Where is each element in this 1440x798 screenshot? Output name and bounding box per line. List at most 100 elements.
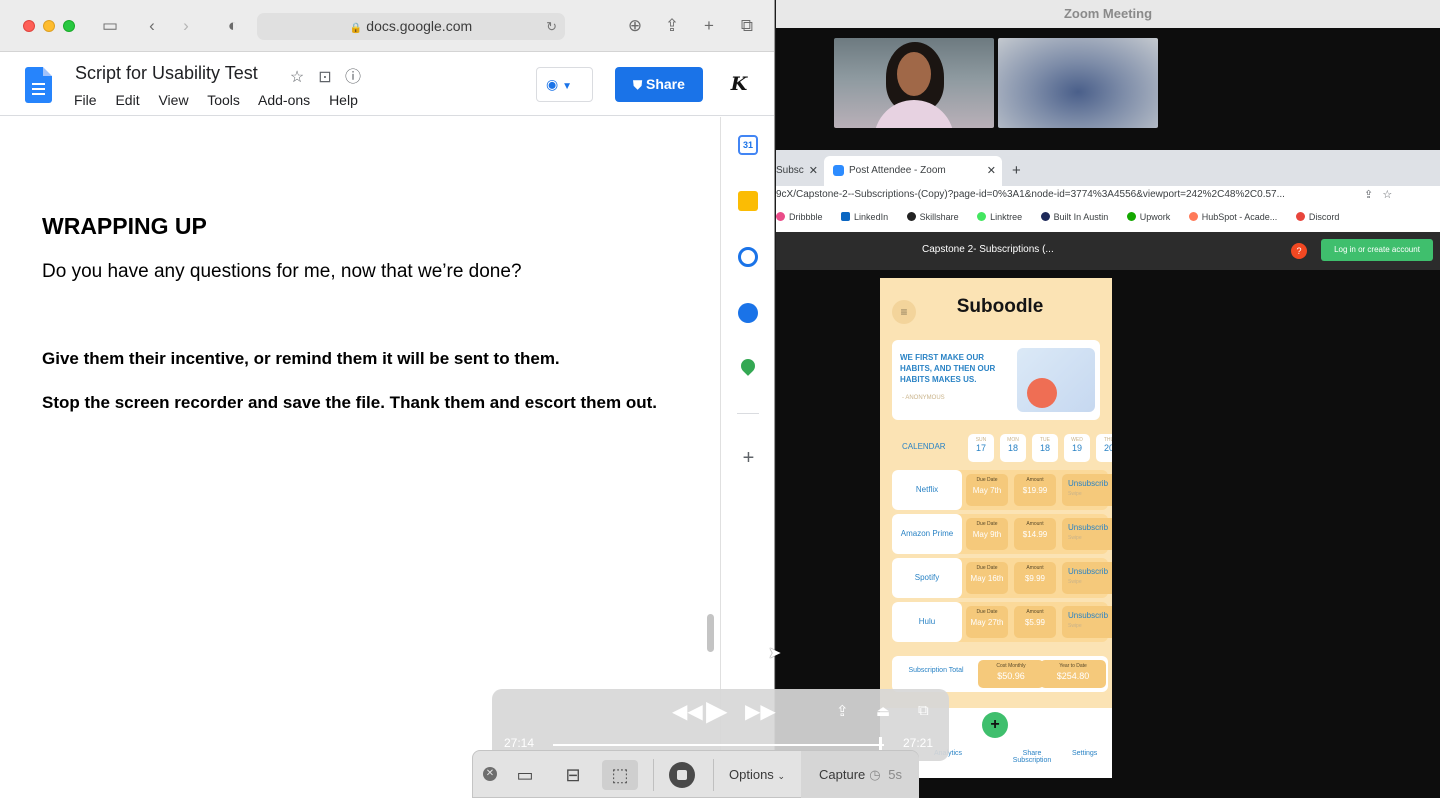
nav-share-subscription[interactable]: Share Subscription — [1012, 750, 1052, 764]
play-icon[interactable]: ▶ — [706, 694, 728, 727]
calendar-icon[interactable]: 31 — [738, 135, 758, 155]
privacy-shield-icon[interactable]: ◐ — [220, 13, 246, 39]
capture-selection-icon[interactable]: ⬚ — [602, 760, 638, 790]
bookmark-linkedin[interactable]: LinkedIn — [841, 212, 888, 222]
unsubscribe-swipe[interactable]: Unsubscrib Swipe — [1062, 474, 1112, 506]
tasks-icon[interactable] — [738, 247, 758, 267]
calendar-day[interactable]: MON 18 — [1000, 434, 1026, 462]
google-docs-logo-icon[interactable] — [25, 67, 52, 103]
calendar-day[interactable]: SUN 17 — [968, 434, 994, 462]
subscription-row[interactable]: Netflix Due Date May 7th Amount $19.99 Uns… — [892, 470, 1112, 510]
back-icon[interactable]: ‹ — [139, 13, 165, 39]
menu-help[interactable]: Help — [329, 92, 358, 108]
sidebar-icon[interactable]: ▭ — [97, 13, 123, 39]
menu-bar: File Edit View Tools Add-ons Help — [74, 92, 373, 108]
participant-video-1[interactable] — [834, 38, 994, 128]
menu-file[interactable]: File — [74, 92, 97, 108]
add-addon-icon[interactable]: + — [721, 447, 774, 470]
safari-window: ▭ ‹ › ◐ 🔒 docs.google.com ↻ ⊕ ⇪ + ⧉ Scrip… — [0, 0, 775, 798]
document-scrollbar[interactable] — [707, 614, 714, 652]
capture-window-icon[interactable]: ⊟ — [555, 760, 591, 790]
calendar-day[interactable]: THU20 — [1096, 434, 1112, 462]
share-button[interactable]: ⛊ Share — [615, 67, 703, 102]
zoom-window-button[interactable] — [63, 20, 75, 32]
document-title[interactable]: Script for Usability Test — [75, 63, 258, 84]
reload-icon[interactable]: ↻ — [546, 13, 557, 40]
scrubber-track[interactable] — [553, 744, 884, 746]
calendar-day[interactable]: WED 19 — [1064, 434, 1090, 462]
bookmark-hubspot[interactable]: HubSpot - Acade... — [1188, 212, 1277, 222]
menu-add-ons[interactable]: Add-ons — [258, 92, 310, 108]
capture-button[interactable]: Capture ◷ 5s — [801, 751, 919, 798]
close-icon[interactable]: ✕ — [809, 156, 818, 186]
quote-text: WE FIRST MAKE OUR HABITS, AND THEN OUR H… — [900, 353, 996, 384]
menu-edit[interactable]: Edit — [115, 92, 139, 108]
bookmark-discord[interactable]: Discord — [1295, 212, 1339, 222]
tab-subscriptions[interactable]: Subsc ✕ — [776, 156, 824, 186]
stop-recording-icon[interactable] — [669, 762, 695, 788]
lock-icon: 🔒 — [349, 23, 363, 34]
move-folder-icon[interactable]: ⊡ — [313, 67, 337, 87]
options-label: Options — [729, 767, 774, 782]
chevron-down-icon: ▼ — [562, 81, 573, 92]
calendar-day[interactable]: TUE 18 — [1032, 434, 1058, 462]
new-tab-icon[interactable]: + — [696, 13, 722, 39]
rewind-icon[interactable]: ◀◀ — [672, 699, 703, 724]
close-icon[interactable]: ✕ — [987, 156, 996, 186]
address-bar[interactable]: 🔒 docs.google.com ↻ — [257, 13, 565, 40]
scrubber-handle[interactable] — [878, 737, 882, 751]
share-icon[interactable]: ⇪ — [836, 702, 849, 720]
total-label: Subscription Total — [908, 667, 964, 674]
share-sheet-icon[interactable]: ⇪ — [659, 13, 685, 39]
url-field[interactable]: 9cX/Capstone-2--Subscriptions-(Copy)?pag… — [776, 189, 1356, 200]
tab-label: Subsc — [776, 165, 804, 176]
fast-forward-icon[interactable]: ▶▶ — [745, 699, 776, 724]
share-icon[interactable]: ⇪ — [1364, 189, 1373, 201]
add-subscription-button[interactable]: + — [982, 712, 1008, 738]
bookmark-skillshare[interactable]: Skillshare — [906, 212, 959, 222]
downloads-icon[interactable]: ⊕ — [622, 13, 648, 39]
minimize-window-button[interactable] — [43, 20, 55, 32]
tab-post-attendee[interactable]: Post Attendee - Zoom ✕ — [824, 156, 1002, 186]
quote-author: - ANONYMOUS — [902, 395, 945, 401]
keep-icon[interactable] — [738, 191, 758, 211]
close-icon[interactable]: ✕ — [483, 767, 497, 781]
bookmark-upwork[interactable]: Upwork — [1126, 212, 1170, 222]
unsubscribe-swipe[interactable]: Unsubscrib Swipe — [1062, 518, 1112, 550]
subscription-row[interactable]: Amazon Prime Due Date May 9th Amount $14.9… — [892, 514, 1112, 554]
close-window-button[interactable] — [23, 20, 35, 32]
nav-settings[interactable]: Settings — [1072, 750, 1097, 757]
new-tab-icon[interactable]: + — [1012, 156, 1021, 186]
menu-view[interactable]: View — [158, 92, 188, 108]
subscription-total-card: Subscription Total Cost Monthly $50.96 Ye… — [892, 656, 1108, 692]
unsubscribe-swipe[interactable]: Unsubscrib Swipe — [1062, 562, 1112, 594]
bookmark-dribbble[interactable]: Dribbble — [776, 212, 823, 222]
picture-in-picture-icon[interactable]: ⧉ — [918, 702, 929, 719]
figma-file-title[interactable]: Capstone 2- Subscriptions (... — [922, 244, 1054, 255]
contacts-icon[interactable] — [738, 303, 758, 323]
bookmark-built-in-austin[interactable]: Built In Austin — [1040, 212, 1108, 222]
app-logo: Suboodle — [956, 296, 1044, 317]
subscription-row[interactable]: Hulu Due Date May 27th Amount $5.99 Unsubs… — [892, 602, 1112, 642]
tab-overview-icon[interactable]: ⧉ — [734, 13, 760, 39]
star-icon[interactable]: ☆ — [285, 67, 309, 87]
login-button[interactable]: Log in or create account — [1321, 239, 1433, 261]
unsubscribe-swipe[interactable]: Unsubscrib Swipe — [1062, 606, 1112, 638]
document-status-icon[interactable]: ⓘ — [341, 63, 365, 87]
zoom-window: Zoom Meeting Subsc ✕ Post Attendee - Zoom… — [776, 0, 1440, 798]
forward-icon[interactable]: › — [173, 13, 199, 39]
docs-header: Script for Usability Test ☆ ⊡ ⓘ File Edit … — [0, 53, 774, 116]
maps-icon[interactable] — [738, 356, 758, 376]
browser-tab-strip: Subsc ✕ Post Attendee - Zoom ✕ + — [776, 150, 1440, 186]
bookmark-star-icon[interactable]: ☆ — [1382, 189, 1392, 201]
options-menu[interactable]: Options ⌄ — [729, 767, 785, 782]
help-icon[interactable]: ? — [1291, 243, 1307, 259]
menu-tools[interactable]: Tools — [207, 92, 240, 108]
participant-video-2[interactable] — [998, 38, 1158, 128]
viewing-mode-button[interactable]: ◉ ▼ — [536, 67, 593, 102]
bookmark-linktree[interactable]: Linktree — [977, 212, 1022, 222]
capture-entire-screen-icon[interactable]: ▭ — [507, 760, 543, 790]
airplay-icon[interactable]: ⏏ — [876, 702, 890, 720]
avatar[interactable]: K — [727, 72, 751, 96]
subscription-row[interactable]: Spotify Due Date May 16th Amount $9.99 Uns… — [892, 558, 1112, 598]
